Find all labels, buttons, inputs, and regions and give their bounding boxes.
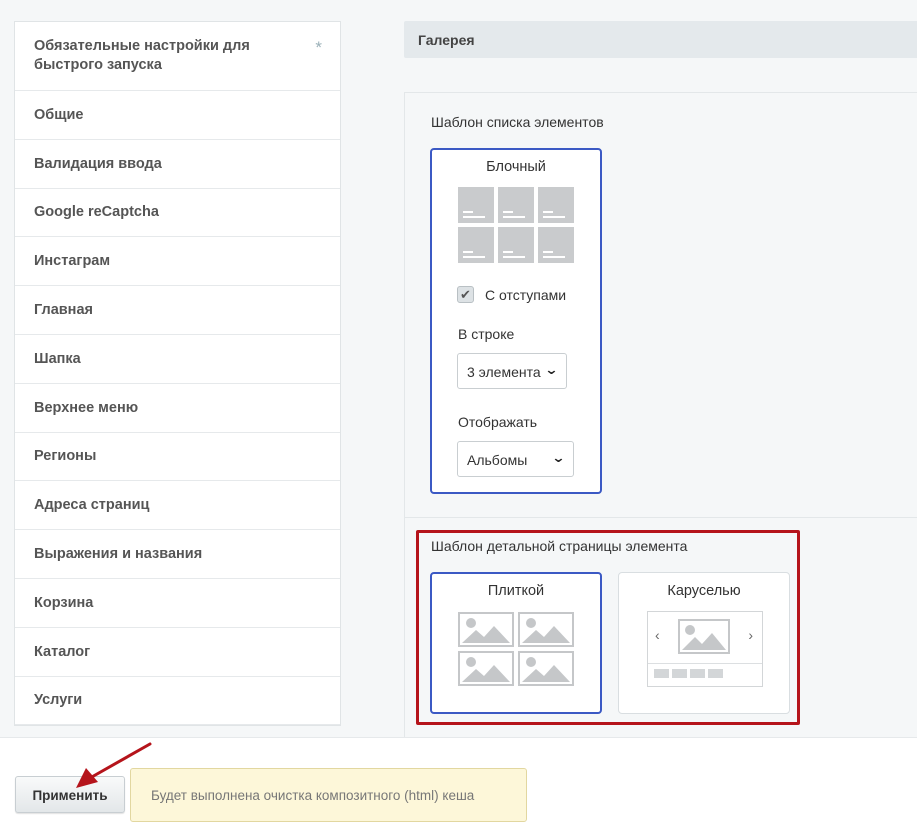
list-template-label: Шаблон списка элементов: [431, 114, 604, 130]
template-option-title: Блочный: [486, 159, 546, 175]
chevron-left-icon: ‹: [655, 627, 660, 643]
chevron-right-icon: ›: [748, 627, 753, 643]
sidebar-item-services[interactable]: Услуги: [15, 677, 340, 726]
sidebar-item-page-urls[interactable]: Адреса страниц: [15, 481, 340, 531]
sidebar-item-label: Услуги: [34, 692, 83, 709]
sidebar-item-recaptcha[interactable]: Google reCaptcha: [15, 189, 340, 238]
sidebar-item-main[interactable]: Главная: [15, 286, 340, 335]
with-gaps-checkbox[interactable]: ✔: [457, 286, 474, 303]
sidebar-item-catalog[interactable]: Каталог: [15, 628, 340, 677]
sidebar-item-instagram[interactable]: Инстаграм: [15, 237, 340, 287]
sidebar-item-label: Выражения и названия: [34, 546, 203, 563]
template-option-tiles[interactable]: Плиткой: [430, 572, 602, 714]
detail-template-label: Шаблон детальной страницы элемента: [431, 538, 688, 554]
display-value: Альбомы: [467, 452, 528, 468]
sidebar-item-label: Каталог: [34, 643, 91, 660]
check-icon: ✔: [460, 287, 471, 302]
template-option-title: Каруселью: [667, 583, 741, 599]
sidebar-item-label: Валидация ввода: [34, 155, 162, 172]
sidebar-item-general[interactable]: Общие: [15, 91, 340, 140]
chevron-down-icon: ⌄: [544, 362, 559, 377]
sidebar-item-label: Корзина: [34, 594, 94, 611]
section-title: Галерея: [404, 21, 917, 58]
sidebar-item-label: Адреса страниц: [34, 497, 150, 514]
sidebar-item-label: Регионы: [34, 448, 97, 465]
display-label: Отображать: [458, 414, 538, 430]
cache-notice: Будет выполнена очистка композитного (ht…: [130, 768, 527, 822]
sidebar-item-cart[interactable]: Корзина: [15, 579, 340, 628]
star-icon: *: [315, 38, 322, 57]
template-option-title: Плиткой: [487, 583, 545, 599]
template-option-carousel[interactable]: Каруселью ‹ ›: [618, 572, 790, 714]
per-row-value: 3 элемента: [467, 364, 541, 380]
sidebar-item-quick-start[interactable]: Обязательные настройки для быстрого запу…: [15, 22, 340, 91]
sidebar-item-label: Верхнее меню: [34, 399, 139, 416]
settings-sidebar: Обязательные настройки для быстрого запу…: [14, 21, 341, 727]
carousel-icon: ‹ ›: [647, 611, 763, 687]
with-gaps-label: С отступами: [485, 287, 567, 303]
sidebar-item-label: Общие: [34, 106, 84, 123]
sidebar-item-label: Инстаграм: [34, 253, 111, 270]
chevron-down-icon: ⌄: [551, 450, 566, 465]
sidebar-item-label: Обязательные настройки для быстрого запу…: [34, 38, 250, 73]
sidebar-item-top-menu[interactable]: Верхнее меню: [15, 384, 340, 433]
sidebar-item-regions[interactable]: Регионы: [15, 433, 340, 482]
per-row-label: В строке: [458, 326, 515, 342]
per-row-select[interactable]: 3 элемента ⌄: [457, 353, 567, 389]
sidebar-item-phrases[interactable]: Выражения и названия: [15, 530, 340, 579]
display-select[interactable]: Альбомы ⌄: [457, 441, 574, 477]
sidebar-item-header[interactable]: Шапка: [15, 335, 340, 384]
sidebar-item-label: Google reCaptcha: [34, 204, 159, 221]
sidebar-item-label: Шапка: [34, 350, 81, 367]
annotation-arrow: [76, 742, 152, 788]
sidebar-item-input-validation[interactable]: Валидация ввода: [15, 140, 340, 189]
sidebar-item-label: Главная: [34, 302, 93, 319]
